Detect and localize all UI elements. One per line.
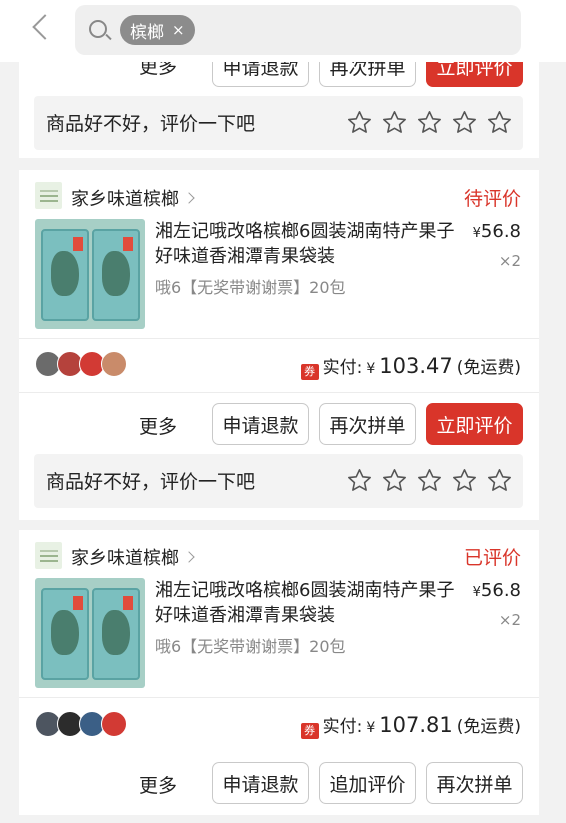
shop-logo: [35, 182, 62, 209]
product-sku: 哦6【无奖带谢谢票】20包: [155, 637, 346, 656]
search-header: 槟榔 ×: [0, 0, 566, 62]
chevron-right-icon: [183, 551, 195, 563]
shop-name: 家乡味道槟榔: [71, 548, 179, 569]
product-price: ¥56.8: [472, 580, 521, 601]
avatar: [101, 711, 127, 737]
star-outline-icon[interactable]: [346, 109, 373, 136]
product-image[interactable]: [35, 578, 145, 688]
refund-button[interactable]: 申请退款: [212, 762, 309, 804]
star-outline-icon[interactable]: [486, 109, 513, 136]
shop-name-link[interactable]: 家乡味道槟榔: [71, 544, 195, 570]
paid-total: 券 实付: ¥103.47 (免运费): [300, 353, 521, 380]
order-card: 家乡味道槟榔 已评价 湘左记哦改咯槟榔6圆装湖南特产果子好味道香湘潭青果袋装 哦…: [19, 530, 539, 815]
search-keyword-chip[interactable]: 槟榔 ×: [120, 15, 195, 45]
coupon-icon: 券: [300, 364, 319, 380]
rating-prompt: 商品好不好，评价一下吧: [46, 471, 256, 493]
star-outline-icon[interactable]: [381, 467, 408, 494]
rating-row: 商品好不好，评价一下吧: [34, 96, 523, 150]
reorder-button[interactable]: 再次拼单: [319, 403, 416, 445]
review-button[interactable]: 立即评价: [426, 403, 523, 445]
paid-total: 券 实付: ¥107.81 (免运费): [300, 712, 521, 739]
product-title[interactable]: 湘左记哦改咯槟榔6圆装湖南特产果子好味道香湘潭青果袋装: [155, 219, 460, 269]
order-status: 待评价: [463, 188, 521, 210]
search-input[interactable]: 槟榔 ×: [75, 5, 521, 55]
shop-logo: [35, 542, 62, 569]
product-title[interactable]: 湘左记哦改咯槟榔6圆装湖南特产果子好味道香湘潭青果袋装: [155, 578, 460, 628]
star-rating[interactable]: [346, 109, 513, 136]
star-outline-icon[interactable]: [381, 109, 408, 136]
search-icon: [89, 20, 107, 38]
more-button[interactable]: 更多: [139, 412, 177, 439]
order-status: 已评价: [463, 547, 521, 569]
close-icon[interactable]: ×: [172, 21, 185, 39]
product-price: ¥56.8: [472, 221, 521, 242]
star-outline-icon[interactable]: [346, 467, 373, 494]
product-sku: 哦6【无奖带谢谢票】20包: [155, 278, 346, 297]
star-outline-icon[interactable]: [416, 109, 443, 136]
star-rating[interactable]: [346, 467, 513, 494]
rating-prompt: 商品好不好，评价一下吧: [46, 113, 256, 135]
reorder-button[interactable]: 再次拼单: [426, 762, 523, 804]
coupon-icon: 券: [300, 723, 319, 739]
shop-name-link[interactable]: 家乡味道槟榔: [71, 185, 195, 211]
group-avatars: [35, 711, 127, 737]
search-keyword: 槟榔: [130, 22, 164, 43]
star-outline-icon[interactable]: [451, 467, 478, 494]
add-review-button[interactable]: 追加评价: [319, 762, 416, 804]
refund-button[interactable]: 申请退款: [212, 403, 309, 445]
star-outline-icon[interactable]: [486, 467, 513, 494]
chevron-right-icon: [183, 192, 195, 204]
star-outline-icon[interactable]: [416, 467, 443, 494]
star-outline-icon[interactable]: [451, 109, 478, 136]
order-card: 家乡味道槟榔 待评价 湘左记哦改咯槟榔6圆装湖南特产果子好味道香湘潭青果袋装 哦…: [19, 170, 539, 520]
product-image[interactable]: [35, 219, 145, 329]
group-avatars: [35, 351, 127, 377]
product-qty: ×2: [498, 252, 521, 270]
rating-row: 商品好不好，评价一下吧: [34, 454, 523, 508]
back-chevron-icon[interactable]: [32, 14, 58, 40]
avatar: [101, 351, 127, 377]
shop-name: 家乡味道槟榔: [71, 189, 179, 210]
product-qty: ×2: [498, 611, 521, 629]
more-button[interactable]: 更多: [139, 771, 177, 798]
